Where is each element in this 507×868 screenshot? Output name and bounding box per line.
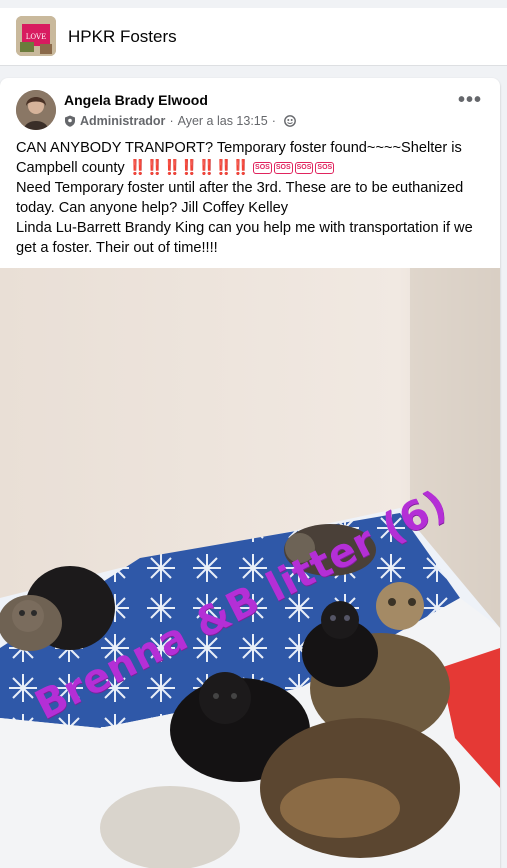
group-thumbnail[interactable]: LOVE [16, 16, 56, 56]
post-meta: Administrador · Ayer a las 13:15 · [64, 114, 296, 128]
svg-text:LOVE: LOVE [26, 33, 46, 41]
author-avatar[interactable] [16, 90, 56, 130]
author-role: Administrador [80, 114, 166, 128]
sos-emoji: SOS [294, 162, 314, 175]
admin-shield-icon [65, 115, 75, 127]
post-line: Linda Lu-Barrett Brandy King can you hel… [16, 220, 473, 256]
author-name[interactable]: Angela Brady Elwood [64, 92, 208, 108]
sos-emoji: SOS [315, 162, 335, 175]
group-privacy-icon[interactable] [283, 115, 296, 127]
group-name[interactable]: HPKR Fosters [68, 27, 177, 47]
exclamation-emoji-run: ‼️‼️‼️‼️‼️‼️‼️ [128, 160, 250, 176]
sos-emoji: SOS [253, 162, 272, 175]
group-header: LOVE HPKR Fosters [0, 8, 507, 66]
post-line: CAN ANYBODY TRANPORT? Temporary foster f… [16, 138, 488, 178]
post-card: Angela Brady Elwood Administrador · Ayer… [0, 78, 500, 868]
meta-separator: · [271, 114, 276, 128]
post-line: Need Temporary foster until after the 3r… [16, 180, 464, 216]
meta-separator: · [169, 114, 174, 128]
post-photo[interactable]: Brenna &B litter (6) [0, 268, 500, 868]
sos-emoji: SOS [273, 162, 293, 175]
more-options-button[interactable]: ••• [456, 90, 484, 114]
post-body: CAN ANYBODY TRANPORT? Temporary foster f… [16, 138, 488, 258]
post-timestamp[interactable]: Ayer a las 13:15 [178, 114, 268, 128]
